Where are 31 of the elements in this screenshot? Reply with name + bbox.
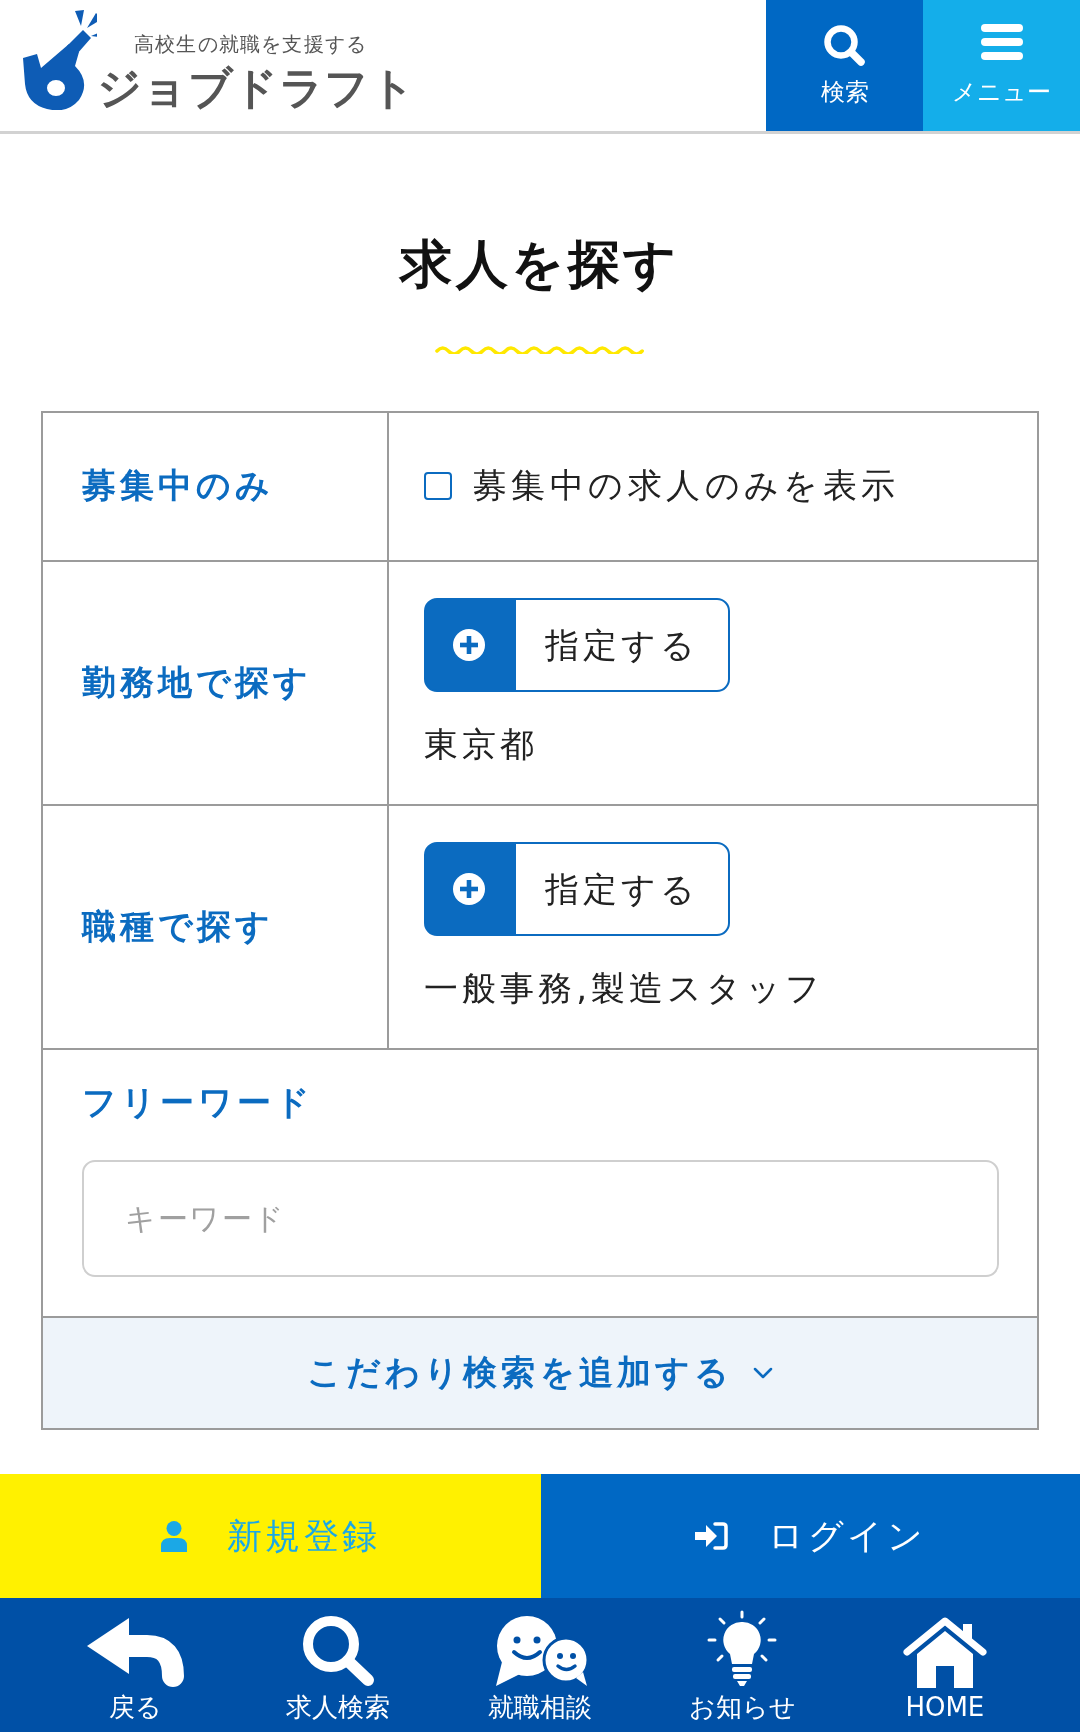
back-arrow-icon [85, 1616, 186, 1688]
page-title: 求人を探す [398, 233, 682, 296]
back-button[interactable]: 戻る [34, 1598, 237, 1732]
menu-icon [980, 24, 1023, 60]
keyword-input[interactable]: キーワード [82, 1160, 999, 1278]
logo-tagline: 高校生の就職を支援する [134, 32, 369, 56]
selected-value: 東京都 [424, 722, 539, 766]
checkbox[interactable] [424, 472, 452, 501]
checkbox-label[interactable]: 募集中の求人のみを表示 [473, 462, 900, 510]
lightbulb-icon [706, 1610, 779, 1688]
logo-text: ジョブドラフト [97, 66, 416, 110]
search-icon [821, 24, 868, 68]
select-button[interactable]: 指定する [424, 597, 730, 692]
plus-circle-icon [453, 628, 485, 661]
field-label: フリーワード [82, 1080, 316, 1124]
news-button[interactable]: お知らせ [641, 1598, 844, 1732]
select-button[interactable]: 指定する [424, 841, 730, 936]
field-label: 職種で探す [82, 904, 275, 948]
home-icon [902, 1616, 987, 1688]
consultation-button[interactable]: 就職相談 [438, 1598, 642, 1732]
selected-value: 一般事務,製造スタッフ [424, 966, 824, 1010]
plus-circle-icon [453, 872, 485, 905]
field-label: 募集中のみ [82, 464, 275, 508]
login-icon [695, 1522, 728, 1550]
more-search-toggle[interactable]: こだわり検索を追加する [43, 1315, 1037, 1428]
job-search-button[interactable]: 求人検索 [236, 1598, 439, 1732]
field-label: 勤務地で探す [82, 660, 313, 704]
home-button[interactable]: HOME [843, 1598, 1047, 1732]
search-button[interactable]: 検索 [766, 0, 923, 131]
person-icon [160, 1520, 187, 1552]
login-button[interactable]: ログイン [541, 1474, 1080, 1598]
